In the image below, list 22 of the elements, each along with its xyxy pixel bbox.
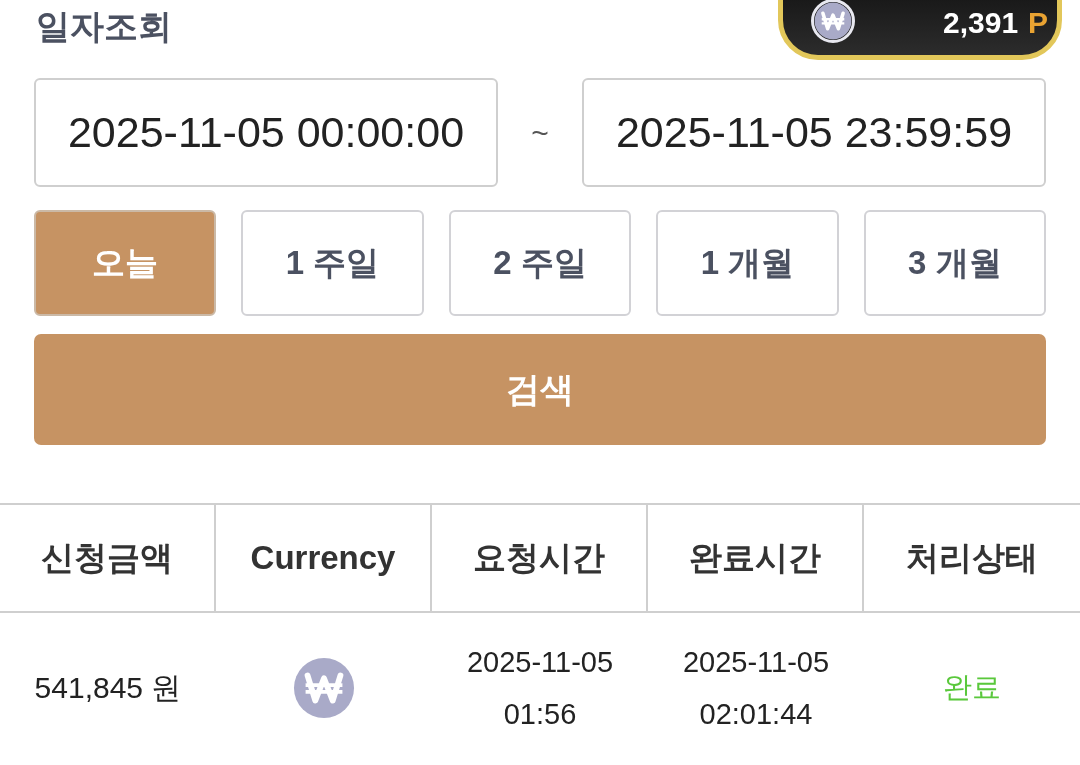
point-unit: P <box>1028 5 1049 41</box>
range-separator: ~ <box>530 115 550 150</box>
column-header: 요청시간 <box>432 505 648 613</box>
period-button[interactable]: 1 개월 <box>656 210 839 316</box>
column-header: 완료시간 <box>648 505 864 613</box>
period-button[interactable]: 1 주일 <box>241 210 424 316</box>
amount-text: 541,845 원 <box>34 669 182 706</box>
period-button[interactable]: 3 개월 <box>863 210 1047 316</box>
complete-time: 2025-11-05 02:01:44 <box>681 645 831 732</box>
won-coin-icon <box>293 657 355 719</box>
request-time: 2025-11-05 01:56 <box>465 645 615 732</box>
column-header: 신청금액 <box>0 505 216 613</box>
start-date-field[interactable]: 2025-11-05 00:00:00 <box>34 78 498 187</box>
end-date-field[interactable]: 2025-11-05 23:59:59 <box>582 78 1046 187</box>
period-button[interactable]: 2 주일 <box>448 210 632 316</box>
won-coin-icon <box>811 0 855 43</box>
column-header: Currency <box>216 505 432 613</box>
column-header: 처리상태 <box>864 505 1080 613</box>
balance-amount: 2,391 <box>943 5 1019 41</box>
status-text: 완료 <box>943 670 1001 705</box>
page-title: 일자조회 <box>36 6 172 47</box>
balance-pill[interactable]: 2,391 P <box>778 0 1062 60</box>
